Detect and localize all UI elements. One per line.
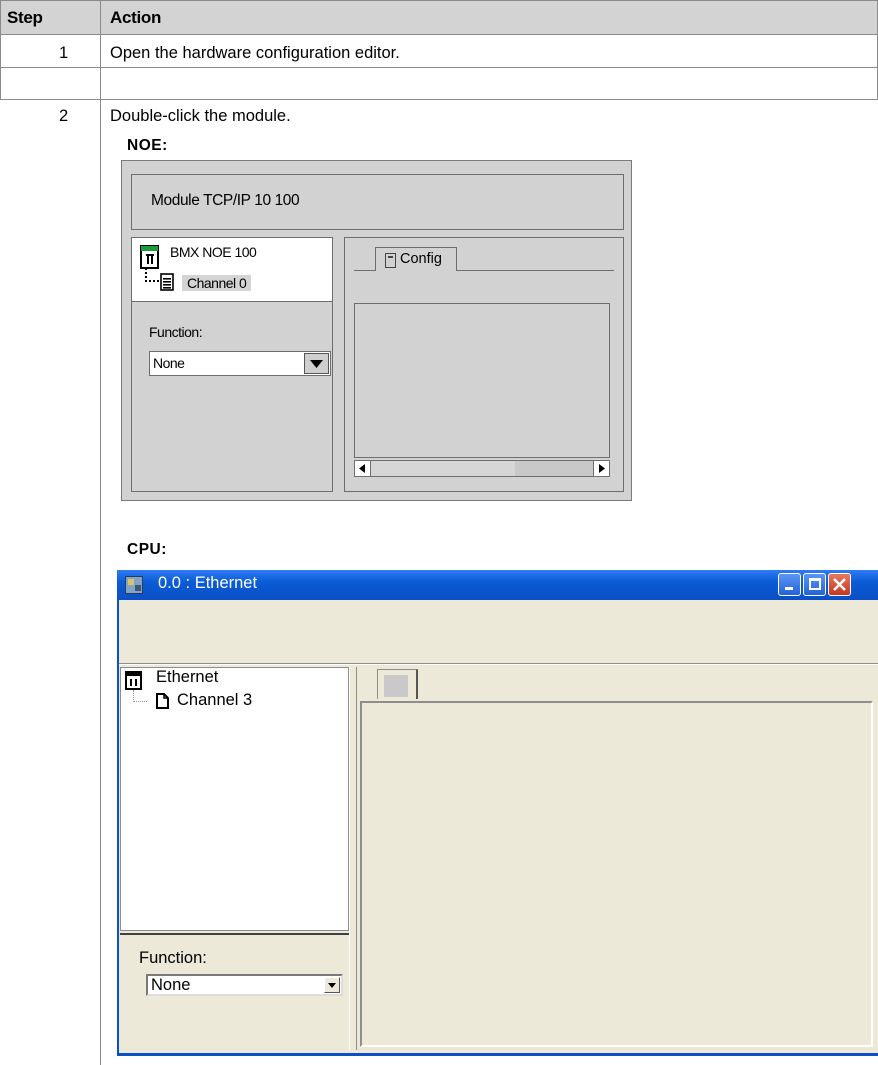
panel-splitter[interactable]: [349, 667, 357, 1050]
tree-connector-icon: [145, 268, 159, 282]
header-step: Step: [7, 8, 43, 27]
noe-module-title: Module TCP/IP 10 100: [151, 192, 300, 209]
cpu-function-value: None: [151, 976, 191, 994]
scroll-left-icon[interactable]: [355, 461, 371, 476]
cpu-titlebar[interactable]: 0.0 : Ethernet: [117, 570, 878, 600]
close-icon: [833, 578, 846, 591]
scroll-right-icon[interactable]: [593, 461, 609, 476]
row-divider: [0, 99, 878, 100]
maximize-icon: [809, 578, 821, 590]
tab-config[interactable]: Config: [375, 247, 457, 271]
table-row-2-step: 2: [59, 107, 69, 125]
tab-strip-line: [354, 270, 375, 271]
cpu-function-select[interactable]: None: [146, 974, 343, 996]
noe-right-panel: Config: [344, 237, 624, 492]
cpu-function-panel: Function: None: [120, 933, 349, 1050]
tab-config-label: Config: [400, 251, 442, 267]
channel-icon: [156, 693, 169, 709]
module-icon: [140, 245, 160, 269]
ethernet-module-icon: [125, 671, 142, 690]
chevron-down-icon[interactable]: [324, 977, 340, 993]
minimize-button[interactable]: [778, 573, 801, 596]
cpu-tree-panel: Ethernet Channel 3: [120, 667, 349, 931]
cpu-config-content: [360, 701, 873, 1047]
tab-strip-line: [456, 270, 614, 271]
chevron-down-icon[interactable]: [304, 353, 329, 374]
tree-connector-icon: [133, 690, 147, 702]
channel-icon: [159, 272, 175, 292]
header-action: Action: [110, 8, 162, 27]
noe-function-label: Function:: [149, 324, 203, 340]
minimize-icon: [785, 587, 793, 590]
cpu-tree-channel[interactable]: Channel 3: [177, 691, 252, 710]
table-row-2-action: Double-click the module.: [110, 107, 291, 125]
cpu-tree-root[interactable]: Ethernet: [156, 668, 218, 687]
config-tab-icon: [385, 253, 396, 268]
noe-left-panel: BMX NOE 100 Channel 0 Function: None: [131, 237, 333, 492]
cpu-function-label: Function:: [139, 949, 207, 967]
noe-tree-module[interactable]: BMX NOE 100: [170, 244, 257, 260]
row-divider: [0, 67, 878, 68]
table-header: Step Action: [0, 0, 878, 35]
noe-config-content: [354, 303, 610, 458]
tab-empty[interactable]: [377, 669, 418, 699]
table-border-left: [0, 0, 1, 100]
noe-tree: BMX NOE 100 Channel 0: [132, 238, 332, 302]
noe-function-select[interactable]: None: [149, 351, 331, 376]
scroll-thumb[interactable]: [371, 461, 515, 476]
table-row-1-action: Open the hardware configuration editor.: [110, 44, 400, 62]
maximize-button[interactable]: [803, 573, 826, 596]
noe-function-value: None: [153, 355, 185, 371]
cpu-window-title: 0.0 : Ethernet: [158, 574, 258, 592]
window-app-icon: [125, 576, 143, 594]
cpu-section-label: CPU:: [127, 541, 167, 558]
noe-section-label: NOE:: [127, 137, 168, 154]
tab-placeholder-icon: [384, 675, 408, 697]
column-divider: [100, 0, 101, 1065]
cpu-right-panel: [357, 667, 876, 1050]
noe-module-title-box: Module TCP/IP 10 100: [131, 174, 624, 230]
noe-config-window: Module TCP/IP 10 100 BMX NOE 100 Channel…: [121, 160, 632, 501]
noe-tree-channel[interactable]: Channel 0: [182, 275, 252, 291]
noe-horizontal-scrollbar[interactable]: [354, 460, 610, 477]
cpu-toolbar-area: [119, 600, 878, 664]
close-button[interactable]: [828, 573, 851, 596]
table-row-1-step: 1: [59, 44, 69, 62]
cpu-config-window: 0.0 : Ethernet Ethernet Channel 3 Functi…: [117, 570, 878, 1056]
